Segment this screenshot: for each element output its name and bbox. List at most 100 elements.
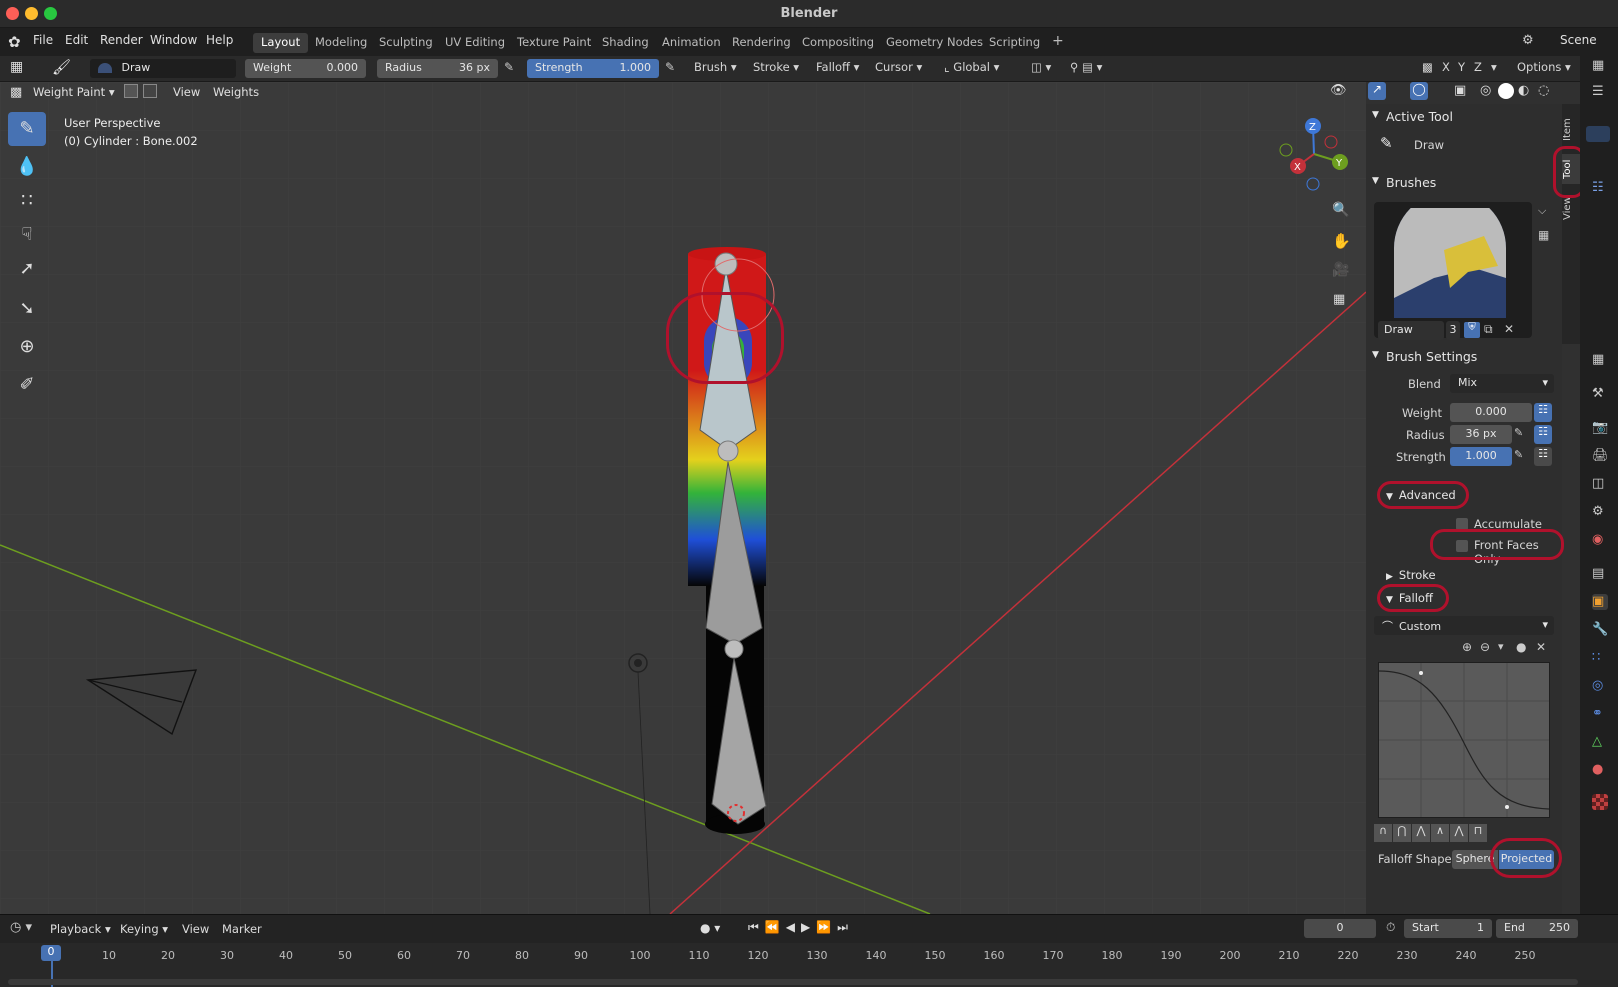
zoom-icon[interactable]: 🔍 [1332,202,1349,218]
sidebar-tab-item[interactable]: Item [1562,112,1580,148]
start-frame-field[interactable]: Start 1 [1404,919,1492,938]
overlays-toggle-icon[interactable]: ◯ [1410,82,1428,100]
tab-modeling[interactable]: Modeling [307,33,375,53]
armature-row-icon[interactable]: ☷ [1592,180,1608,196]
camera-view-icon[interactable]: 🎥 [1332,262,1349,278]
menu-edit[interactable]: Edit [65,33,88,47]
modifier-properties-icon[interactable]: 🔧 [1592,622,1608,638]
timeline-view-menu[interactable]: View [182,922,209,936]
snap-dropdown[interactable]: ⚲ ▤ ▾ [1070,60,1102,74]
blur-tool-icon[interactable]: 💧 [8,150,46,184]
world-properties-icon[interactable]: ◉ [1592,532,1608,548]
outliner-editor-icon[interactable]: ▦ [1592,58,1608,74]
texture-properties-icon[interactable] [1592,794,1608,810]
tab-texture-paint[interactable]: Texture Paint [509,33,599,53]
end-frame-field[interactable]: End 250 [1496,919,1578,938]
tab-layout[interactable]: Layout [253,33,309,53]
preview-range-icon[interactable]: ⏱ [1386,920,1395,935]
zoom-in-curve-icon[interactable]: ⊕ [1462,640,1472,654]
solid-shading-icon[interactable] [1498,83,1514,99]
falloff-preset-dropdown[interactable]: ⌒ Custom ▾ [1374,616,1554,635]
weight-value-field[interactable]: 0.000 [1450,403,1532,422]
menu-window[interactable]: Window [150,33,197,47]
smooth-preset-icon[interactable]: ∩ [1374,824,1392,842]
properties-editor-icon[interactable]: ▦ [1592,352,1608,368]
tab-rendering[interactable]: Rendering [724,33,799,53]
object-properties-icon[interactable]: ▣ [1592,594,1608,610]
gradient-tool-icon[interactable]: ➚ [8,252,46,286]
scene-properties-icon[interactable]: ⚙ [1592,504,1608,520]
mirror-x-toggle[interactable]: X [1442,60,1450,74]
linear-preset-icon[interactable]: ⋀ [1450,824,1468,842]
wireframe-shading-icon[interactable]: ◎ [1480,83,1491,98]
smear-tool-icon[interactable]: ☟ [8,218,46,252]
timeline-editor-type-icon[interactable]: ◷ ▾ [10,920,32,935]
navigation-gizmo[interactable]: Z Y X [1276,114,1356,194]
clip-icon[interactable]: ● [1516,640,1526,654]
menu-file[interactable]: File [33,33,53,47]
face-mask-toggle[interactable] [124,84,138,98]
options-dropdown[interactable]: Options ▾ [1517,60,1571,74]
xray-toggle-icon[interactable]: ▣ [1454,83,1466,98]
tab-compositing[interactable]: Compositing [794,33,882,53]
brush-menu-arrow-icon[interactable]: ⌵ [1538,204,1546,218]
pan-hand-icon[interactable]: ✋ [1332,232,1351,250]
cursor-tool-icon[interactable]: ⊕ [8,330,46,364]
sphere-preset-icon[interactable]: ⋂ [1393,824,1411,842]
mode-dropdown[interactable]: Weight Paint ▾ [33,85,115,99]
root-preset-icon[interactable]: ⋀ [1412,824,1430,842]
vertex-mask-toggle[interactable] [143,84,157,98]
visibility-icon[interactable]: 👁 [1330,83,1347,98]
annotate-tool-icon[interactable]: ✐ [8,368,46,402]
3d-viewport[interactable] [0,82,1366,914]
stroke-subpanel-header[interactable]: ▶ Stroke [1386,568,1436,582]
duplicate-brush-icon[interactable]: ⧉ [1484,322,1493,337]
zoom-out-curve-icon[interactable]: ⊖ [1480,640,1490,654]
brush-image-icon[interactable]: ▦ [1538,228,1549,242]
radius-field[interactable]: Radius 36 px [377,59,498,78]
weight-paint-mode-icon[interactable]: ▩ [10,85,22,100]
editor-type-icon[interactable]: ▦ [10,59,23,75]
radius-unified-icon[interactable]: ☷ [1534,425,1552,444]
render-properties-icon[interactable]: 📷 [1592,420,1608,436]
constant-preset-icon[interactable]: ⊓ [1469,824,1487,842]
curve-options-icon[interactable]: ▾ [1498,640,1504,653]
radius-value-field[interactable]: 36 px [1450,425,1512,444]
add-workspace-button[interactable]: + [1044,31,1072,51]
sample-weight-tool-icon[interactable]: ➘ [8,292,46,326]
remove-point-icon[interactable]: ✕ [1536,640,1546,654]
tab-shading[interactable]: Shading [594,33,657,53]
auto-keying-icon[interactable]: ● ▾ [700,921,720,935]
tab-uv-editing[interactable]: UV Editing [437,33,513,53]
brush-users-count[interactable]: 3 [1446,321,1460,340]
mirror-dropdown[interactable]: ▾ [1491,60,1497,74]
material-shading-icon[interactable]: ◐ [1518,83,1529,98]
menu-render[interactable]: Render [100,33,143,47]
strength-unified-icon[interactable]: ☷ [1534,447,1552,466]
material-properties-icon[interactable]: ● [1592,762,1608,778]
strength-pressure-icon[interactable]: ✎ [665,60,675,74]
weight-unified-icon[interactable]: ☷ [1534,403,1552,422]
strength-value-field[interactable]: 1.000 [1450,447,1512,466]
marker-menu[interactable]: Marker [222,922,262,936]
brush-menu[interactable]: Brush ▾ [694,60,737,74]
scene-name[interactable]: Scene [1560,33,1597,47]
tab-geometry-nodes[interactable]: Geometry Nodes [878,33,991,53]
menu-help[interactable]: Help [206,33,233,47]
cursor-menu[interactable]: Cursor ▾ [875,60,922,74]
tab-scripting[interactable]: Scripting [981,33,1048,53]
active-tool-header[interactable]: ▼ Active Tool [1366,104,1562,130]
playback-menu[interactable]: Playback ▾ [50,922,111,936]
fake-user-shield-icon[interactable]: ⛨ [1464,322,1480,338]
rendered-shading-icon[interactable]: ◌ [1538,83,1549,98]
brushes-header[interactable]: ▼ Brushes [1366,170,1562,196]
brush-selector[interactable]: Draw [90,59,236,78]
falloff-menu[interactable]: Falloff ▾ [816,60,859,74]
constraints-properties-icon[interactable]: ⚭ [1592,706,1608,722]
scene-icon[interactable]: ⚙ [1522,33,1536,48]
current-frame-field[interactable]: 0 [1304,919,1376,938]
orientation-dropdown[interactable]: ⌞ Global ▾ [944,60,999,74]
radius-pressure-icon[interactable]: ✎ [504,60,514,74]
symmetry-icon[interactable]: ▩ [1422,60,1433,74]
falloff-curve-editor[interactable] [1378,662,1550,818]
